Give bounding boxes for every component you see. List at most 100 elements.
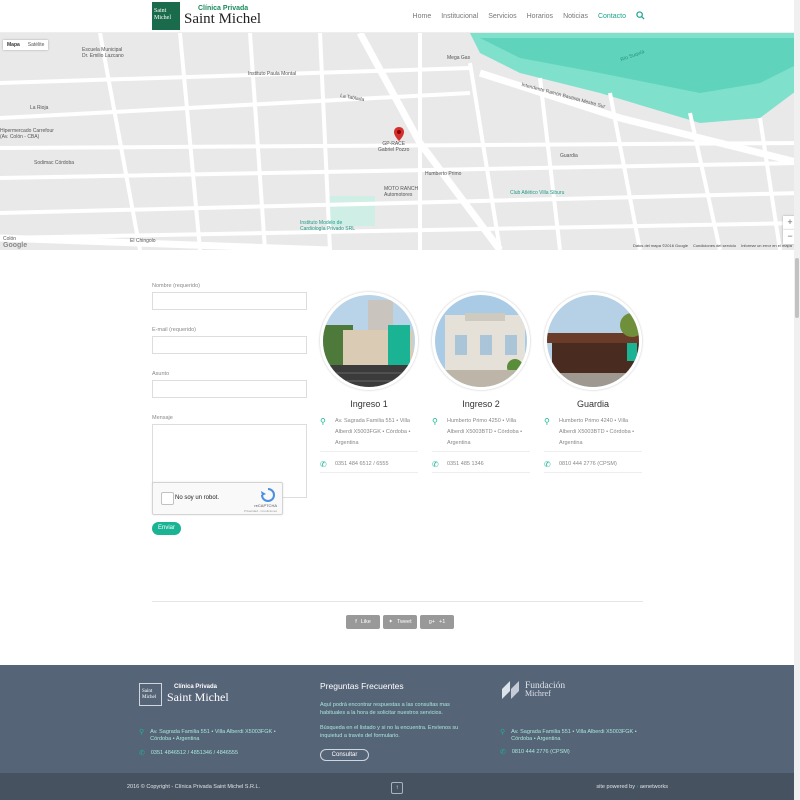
tweet-label: Tweet xyxy=(396,619,412,625)
map-label-instituto: Instituto Paula Montal xyxy=(248,71,297,77)
map-label-sodimac: Sodimac Córdoba xyxy=(34,160,75,166)
footer-logo-mark-line2: Michel xyxy=(142,695,157,700)
fundacion-phone: 0810 444 2776 (CPSM) xyxy=(511,749,570,755)
map-pin-icon: ⚲ xyxy=(139,729,145,736)
send-button[interactable]: Enviar xyxy=(152,522,181,535)
nav-contacto[interactable]: Contacto xyxy=(598,13,626,20)
map-label-moto-ranch: MOTO RANCH Automotores xyxy=(384,186,419,198)
email-input[interactable] xyxy=(152,336,307,354)
location-phone: 0351 484 6512 / 6555 xyxy=(335,461,389,467)
map-pin-icon: ⚲ xyxy=(320,417,326,426)
name-label: Nombre (requerido) xyxy=(152,283,200,289)
nav-horarios[interactable]: Horarios xyxy=(527,13,553,20)
bottom-bar: 2016 © Copyright - Clínica Privada Saint… xyxy=(0,773,800,800)
powered-by[interactable]: site powered by › aenetworks xyxy=(596,784,668,790)
map-label-escuela: Escuela Municipal Dr. Emilio Lazcano xyxy=(82,47,124,59)
map-label-humberto: Humberto Primo xyxy=(425,171,462,177)
logo-title: Saint Michel xyxy=(184,11,262,27)
faq-text-2: Búsqueda en el listado y si no la encuen… xyxy=(320,725,459,739)
location-name: Guardia xyxy=(576,399,610,409)
map-data-credit: Datos del mapa ©2016 Google xyxy=(632,243,688,248)
location-address: Av. Sagrada Familia 551 • Villa Alberdi … xyxy=(335,418,411,446)
fundacion-icon xyxy=(502,681,519,699)
facebook-like-button[interactable]: f Like xyxy=(346,615,380,629)
phone-icon: ✆ xyxy=(432,460,439,469)
page-scrollbar[interactable] xyxy=(794,0,800,800)
nav-institucional[interactable]: Institucional xyxy=(441,13,478,20)
powered-brand: aenetworks xyxy=(639,784,668,790)
location-photo xyxy=(544,292,642,390)
recaptcha-icon xyxy=(260,488,276,502)
logo-mark-line1: Saint xyxy=(154,8,167,14)
location-photo xyxy=(432,292,530,390)
faq-text-1: Aquí podrá encontrar respuestas a las co… xyxy=(320,702,450,716)
location-address: Humberto Primo 4250 • Villa Alberdi X500… xyxy=(447,418,523,446)
google-logo[interactable]: Google xyxy=(3,242,27,249)
twitter-icon: ✦ xyxy=(388,619,393,625)
phone-icon: ✆ xyxy=(500,749,506,756)
like-label: Like xyxy=(360,619,371,625)
location-card-guardia: Guardia ⚲ Humberto Primo 4240 • Villa Alb… xyxy=(544,292,642,473)
google-plus-icon: g+ xyxy=(428,619,435,625)
main-nav: Home Institucional Servicios Horarios No… xyxy=(413,0,645,33)
location-photo xyxy=(320,292,418,390)
map-type-mapa[interactable]: Mapa xyxy=(3,40,24,50)
map-label-la-rioja: La Rioja xyxy=(30,105,49,111)
logo-mark: Saint Michel xyxy=(152,2,180,30)
footer-address: Av. Sagrada Familia 551 • Villa Alberdi … xyxy=(150,729,276,742)
location-phone: 0351 485 1346 xyxy=(447,461,484,467)
fundacion-name-2: Michref xyxy=(525,689,551,698)
content-divider xyxy=(152,601,643,602)
fundacion-address: Av. Sagrada Familia 551 • Villa Alberdi … xyxy=(511,729,637,742)
map-pin-icon: ⚲ xyxy=(432,417,438,426)
phone-icon: ✆ xyxy=(544,460,551,469)
footer-logo[interactable]: Saint Michel Clínica Privada Saint Miche… xyxy=(139,683,229,706)
google-map[interactable]: Mapa Satélite Escuela Municipal Dr. Emil… xyxy=(0,33,800,250)
map-label-cardiologia: Instituto Modelo de Cardiología Privado … xyxy=(300,220,356,232)
map-pin-icon: ⚲ xyxy=(500,729,506,736)
map-footer: Datos del mapa ©2016 Google Condiciones … xyxy=(633,243,792,248)
contact-form: Nombre (requerido) E-mail (requerido) As… xyxy=(152,283,308,498)
nav-noticias[interactable]: Noticias xyxy=(563,13,588,20)
consultar-button[interactable]: Consultar xyxy=(320,749,369,761)
map-pin-icon: ⚲ xyxy=(544,417,550,426)
map-label-club: Club Atlético Villa Siburu xyxy=(510,190,565,196)
recaptcha-widget: No soy un robot. reCAPTCHA Privacidad - … xyxy=(152,482,283,515)
map-terms-link[interactable]: Condiciones del servicio xyxy=(693,243,736,248)
google-plus-button[interactable]: g+ +1 xyxy=(420,615,454,629)
location-card-ingreso-2: Ingreso 2 ⚲ Humberto Primo 4250 • Villa A… xyxy=(432,292,530,473)
site-logo[interactable]: Saint Michel Clínica Privada Saint Miche… xyxy=(152,2,261,30)
search-icon[interactable] xyxy=(636,11,645,22)
nav-home[interactable]: Home xyxy=(413,13,432,20)
location-card-ingreso-1: Ingreso 1 ⚲ Av. Sagrada Familia 551 • Vil… xyxy=(320,292,418,473)
footer-logo-title: Saint Michel xyxy=(167,690,229,704)
tweet-button[interactable]: ✦ Tweet xyxy=(383,615,417,629)
map-report-link[interactable]: Informar un error en el mapa xyxy=(741,243,792,248)
back-to-top-button[interactable]: ↑ xyxy=(391,782,403,794)
fundacion-logo[interactable]: Fundación Michref xyxy=(500,679,565,701)
faq-title: Preguntas Frecuentes xyxy=(320,681,404,691)
map-label-carrefour: Hipermercado Carrefour (Av. Colón - CBA) xyxy=(0,128,54,140)
map-label-megagas: Mega Gas xyxy=(447,55,471,61)
map-label-gprace: GP-RACE Gabriel Pozzo xyxy=(378,141,410,153)
nav-servicios[interactable]: Servicios xyxy=(488,13,516,20)
site-footer: Saint Michel Clínica Privada Saint Miche… xyxy=(0,665,800,773)
phone-icon: ✆ xyxy=(139,750,145,757)
recaptcha-checkbox[interactable] xyxy=(161,492,174,505)
recaptcha-label: No soy un robot. xyxy=(175,495,220,501)
powered-label: site powered by xyxy=(596,784,635,790)
site-header: Saint Michel Clínica Privada Saint Miche… xyxy=(0,0,800,33)
name-input[interactable] xyxy=(152,292,307,310)
facebook-icon: f xyxy=(355,619,357,625)
subject-input[interactable] xyxy=(152,380,307,398)
scrollbar-thumb[interactable] xyxy=(795,258,799,318)
recaptcha-links[interactable]: Privacidad - Condiciones xyxy=(244,509,277,513)
logo-mark-line2: Michel xyxy=(154,15,171,21)
subject-label: Asunto xyxy=(152,371,170,377)
location-address: Humberto Primo 4240 • Villa Alberdi X500… xyxy=(559,418,635,446)
map-label-guardia: Guardia xyxy=(560,153,578,159)
footer-phones: 0351 4846512 / 4851346 / 4846555 xyxy=(150,750,239,756)
map-type-satelite[interactable]: Satélite xyxy=(24,40,49,50)
email-label: E-mail (requerido) xyxy=(152,327,197,333)
recaptcha-brand: reCAPTCHA xyxy=(254,503,277,508)
